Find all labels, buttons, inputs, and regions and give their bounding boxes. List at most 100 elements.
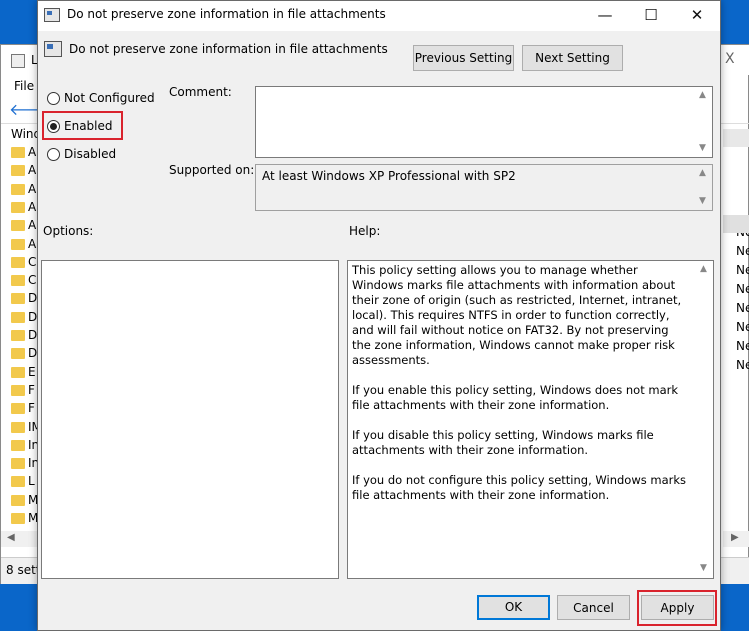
policy-setting-dialog: Do not preserve zone information in file… [37, 0, 721, 631]
tree-item-label: A [28, 163, 37, 178]
tree-item-label: A [28, 199, 37, 214]
right-list-item[interactable]: Ne [736, 301, 749, 315]
tree-pane: Windo AAAAAACCDDDDEFFIMInInLMMM [1, 123, 49, 563]
tree-item[interactable]: C [11, 255, 36, 273]
tree-item[interactable]: D [11, 291, 37, 309]
dialog-title: Do not preserve zone information in file… [67, 7, 386, 21]
tree-item[interactable]: L [11, 474, 35, 492]
folder-icon [11, 476, 25, 488]
tree-item[interactable]: F [11, 383, 35, 401]
background-close-icon[interactable]: X [725, 51, 735, 67]
right-list-item[interactable]: Ne [736, 358, 749, 372]
folder-icon [11, 183, 25, 195]
scroll-down-icon[interactable]: ▼ [699, 196, 706, 206]
folder-icon [11, 330, 25, 341]
radio-not-configured-circle[interactable] [47, 92, 60, 105]
supported-on-label: Supported on: [169, 163, 255, 177]
help-paragraph: If you enable this policy setting, Windo… [352, 383, 679, 412]
folder-icon [11, 311, 25, 323]
folder-icon [11, 293, 25, 305]
help-paragraph: If you do not configure this policy sett… [352, 473, 686, 502]
setting-header-icon [44, 41, 62, 57]
tree-item[interactable]: A [11, 163, 36, 181]
folder-icon [11, 256, 25, 268]
radio-not-configured[interactable]: Not Configured [46, 90, 158, 108]
tree-item-label: D [28, 346, 38, 361]
help-text: This policy setting allows you to manage… [352, 263, 690, 518]
tree-item[interactable]: F [11, 401, 35, 419]
scroll-up-icon[interactable]: ▲ [699, 90, 706, 100]
policy-icon [44, 8, 60, 22]
options-label: Options: [43, 224, 94, 238]
dialog-title-bar: Do not preserve zone information in file… [38, 1, 720, 31]
folder-icon [11, 147, 25, 158]
tree-hscroll[interactable]: ◀ [1, 531, 37, 547]
tree-item-label: C [28, 254, 37, 269]
scroll-up-icon[interactable]: ▲ [699, 168, 706, 178]
minimize-icon[interactable]: — [582, 1, 628, 31]
folder-icon [11, 165, 25, 177]
folder-icon [11, 439, 25, 451]
comment-textarea[interactable]: ▲ ▼ [255, 86, 713, 158]
tree-item-label: A [28, 181, 37, 196]
tree-item[interactable]: M [11, 493, 38, 511]
tree-item[interactable]: C [11, 273, 36, 291]
tree-item[interactable]: E [11, 365, 36, 383]
tree-item-label: D [28, 328, 38, 342]
right-list-item[interactable]: Ne [736, 263, 749, 277]
tree-item[interactable]: A [11, 237, 36, 255]
radio-disabled-label: Disabled [64, 147, 117, 161]
supported-scrollbar[interactable]: ▲ ▼ [696, 165, 712, 210]
cancel-button[interactable]: Cancel [557, 595, 630, 620]
right-list-item[interactable]: Ne [736, 244, 749, 258]
tree-item[interactable]: M [11, 511, 38, 529]
tree-item[interactable]: A [11, 200, 36, 218]
menu-file[interactable]: File [14, 79, 34, 93]
maximize-icon[interactable]: ☐ [628, 1, 674, 31]
tree-item[interactable]: D [11, 310, 37, 328]
help-scrollbar[interactable]: ▲ ▼ [697, 261, 713, 578]
ok-button[interactable]: OK [477, 595, 550, 620]
supported-on-field: At least Windows XP Professional with SP… [255, 164, 713, 211]
folder-icon [11, 421, 25, 433]
scroll-down-icon[interactable]: ▼ [700, 563, 707, 573]
right-hscroll[interactable]: ▶ [723, 531, 749, 547]
tree-item[interactable]: In [11, 438, 39, 456]
folder-icon [11, 275, 25, 287]
tree-item-label: F [28, 382, 35, 397]
radio-enabled[interactable]: Enabled [46, 118, 126, 136]
tree-item[interactable]: D [11, 328, 37, 346]
right-list-item[interactable]: Ne [736, 282, 749, 296]
scroll-up-icon[interactable]: ▲ [700, 264, 707, 274]
scroll-down-icon[interactable]: ▼ [699, 143, 706, 153]
previous-setting-button[interactable]: Previous Setting [413, 45, 514, 71]
scroll-right-icon[interactable]: ▶ [731, 532, 739, 543]
apply-button[interactable]: Apply [641, 595, 714, 620]
help-label: Help: [349, 224, 381, 238]
next-setting-button[interactable]: Next Setting [522, 45, 623, 71]
right-list-item[interactable]: Ne [736, 339, 749, 353]
tree-item[interactable]: A [11, 218, 36, 236]
tree-item-label: A [28, 218, 37, 233]
folder-icon [11, 366, 25, 378]
scroll-left-icon[interactable]: ◀ [7, 532, 15, 543]
right-list-item[interactable]: Ne [736, 320, 749, 334]
tree-item-label: C [28, 273, 37, 288]
radio-disabled-circle[interactable] [47, 148, 60, 161]
radio-disabled[interactable]: Disabled [46, 146, 136, 164]
help-paragraph: This policy setting allows you to manage… [352, 263, 682, 367]
tree-item[interactable]: D [11, 346, 37, 364]
folder-icon [11, 220, 25, 232]
tree-item[interactable]: A [11, 182, 36, 200]
tree-item-label: D [28, 309, 38, 324]
tree-item[interactable]: A [11, 145, 36, 163]
comment-scrollbar[interactable]: ▲ ▼ [696, 87, 712, 157]
tree-item-label: D [28, 291, 38, 306]
radio-enabled-circle[interactable] [47, 120, 60, 133]
folder-icon [11, 458, 25, 470]
tree-item[interactable]: In [11, 456, 39, 474]
right-column-header [723, 129, 749, 147]
folder-icon [11, 201, 25, 213]
close-icon[interactable]: ✕ [674, 1, 720, 31]
comment-label: Comment: [169, 85, 232, 99]
